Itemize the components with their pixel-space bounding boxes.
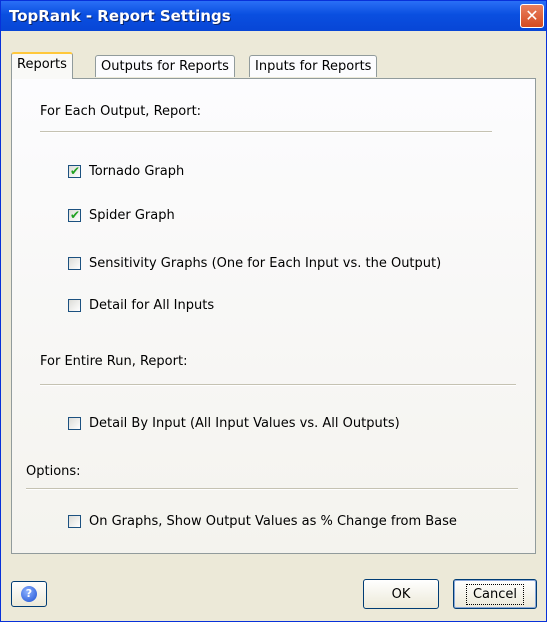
cancel-button-label: Cancel [465, 583, 525, 605]
checkbox-spider-graph[interactable]: ✔ Spider Graph [68, 207, 175, 223]
checkbox-percent-change[interactable]: ✔ On Graphs, Show Output Values as % Cha… [68, 513, 457, 529]
checkbox-box[interactable]: ✔ [68, 163, 81, 178]
help-icon: ? [21, 586, 37, 602]
reports-tab-panel: For Each Output, Report: ✔ Tornado Graph… [11, 78, 536, 554]
close-icon: ✕ [525, 6, 539, 25]
dialog-footer: ? OK Cancel [1, 561, 546, 621]
tab-reports[interactable]: Reports [11, 52, 73, 79]
checkbox-label: Spider Graph [89, 207, 175, 223]
checkbox-label: On Graphs, Show Output Values as % Chang… [89, 513, 457, 529]
checkbox-box[interactable]: ✔ [68, 514, 81, 528]
window-title: TopRank - Report Settings [9, 7, 231, 25]
checkbox-sensitivity-graphs[interactable]: ✔ Sensitivity Graphs (One for Each Input… [68, 255, 441, 271]
tab-inputs-for-reports[interactable]: Inputs for Reports [249, 55, 378, 77]
checkbox-detail-all-inputs[interactable]: ✔ Detail for All Inputs [68, 297, 214, 313]
checkbox-detail-by-input[interactable]: ✔ Detail By Input (All Input Values vs. … [68, 415, 400, 431]
check-mark-icon: ✔ [70, 163, 81, 178]
section-label-options: Options: [26, 464, 81, 479]
help-button[interactable]: ? [11, 581, 47, 607]
checkbox-box[interactable]: ✔ [68, 416, 81, 430]
close-button[interactable]: ✕ [520, 4, 544, 28]
section-divider [40, 384, 516, 386]
tab-outputs-for-reports[interactable]: Outputs for Reports [95, 55, 235, 77]
checkbox-label: Detail for All Inputs [89, 297, 215, 313]
section-label-entire-run: For Entire Run, Report: [40, 354, 188, 369]
ok-button[interactable]: OK [363, 579, 439, 609]
checkbox-label: Detail By Input (All Input Values vs. Al… [89, 415, 400, 431]
checkbox-box[interactable]: ✔ [68, 256, 81, 270]
section-divider [40, 131, 492, 133]
title-bar[interactable]: TopRank - Report Settings ✕ [1, 1, 546, 31]
checkbox-box[interactable]: ✔ [68, 298, 81, 312]
section-label-each-output: For Each Output, Report: [40, 104, 202, 119]
cancel-button[interactable]: Cancel [453, 579, 537, 609]
checkbox-box[interactable]: ✔ [68, 207, 81, 222]
checkbox-label: Tornado Graph [89, 163, 185, 179]
checkbox-label: Sensitivity Graphs (One for Each Input v… [89, 255, 442, 271]
check-mark-icon: ✔ [70, 207, 81, 222]
dialog-window: TopRank - Report Settings ✕ Reports Outp… [0, 0, 547, 622]
section-divider [26, 488, 518, 490]
checkbox-tornado-graph[interactable]: ✔ Tornado Graph [68, 163, 184, 179]
